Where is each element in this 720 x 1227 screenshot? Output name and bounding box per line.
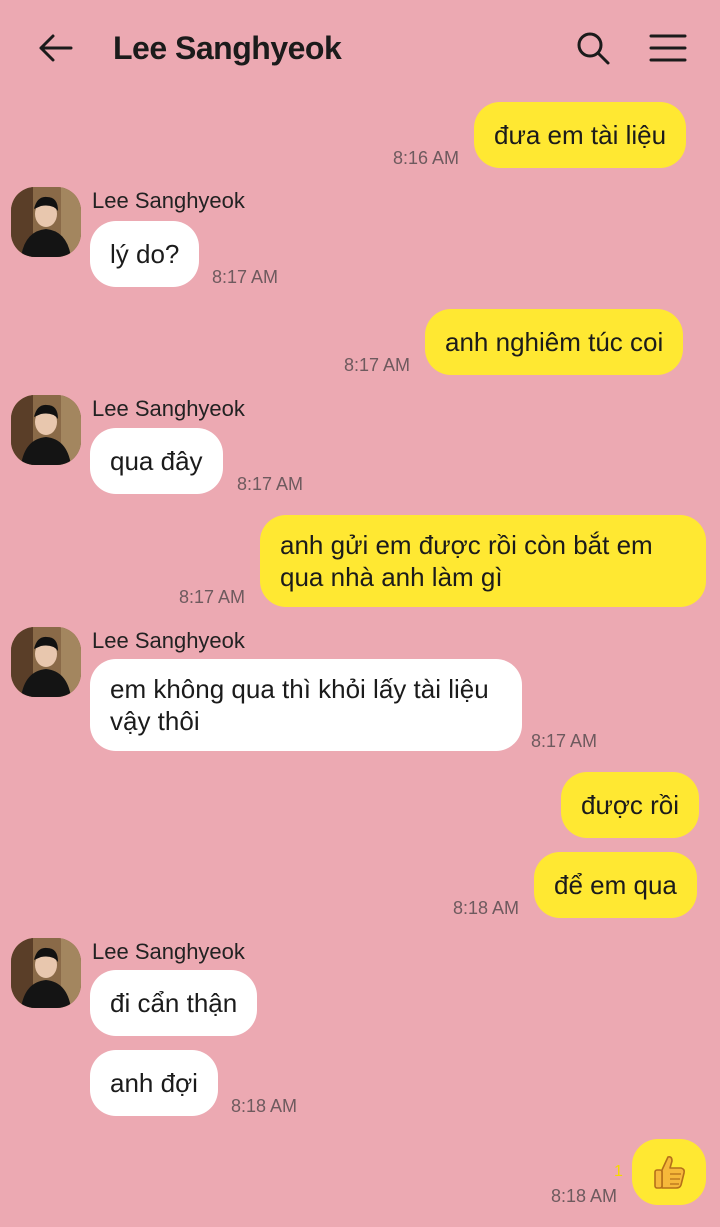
message-time: 8:17 AM <box>344 355 411 375</box>
thumbs-up-icon <box>654 1156 685 1189</box>
their-message-bubble[interactable]: em không qua thì khỏi lấy tài liệu vậy t… <box>90 659 522 751</box>
message-time: 8:17 AM <box>212 267 279 287</box>
avatar-image <box>11 395 81 465</box>
avatar-image <box>11 187 81 257</box>
sender-name: Lee Sanghyeok <box>92 188 245 213</box>
message-time: 8:17 AM <box>531 731 598 751</box>
avatar-image <box>11 627 81 697</box>
avatar-image <box>11 938 81 1008</box>
their-message-bubble[interactable]: lý do? <box>90 221 200 287</box>
message-time: 8:17 AM <box>237 474 304 494</box>
my-message-bubble[interactable]: được rồi <box>561 772 700 838</box>
chat-title: Lee Sanghyeok <box>113 30 342 66</box>
their-message-bubble[interactable]: đi cẩn thận <box>90 970 258 1036</box>
message-time: 8:17 AM <box>179 587 246 607</box>
their-message-bubble[interactable]: qua đây <box>90 428 223 494</box>
sender-name: Lee Sanghyeok <box>92 396 245 421</box>
my-emoji-bubble[interactable] <box>632 1139 706 1205</box>
arrow-left-icon <box>39 34 73 62</box>
message-time: 8:18 AM <box>453 898 520 918</box>
my-message-bubble[interactable]: anh nghiêm túc coi <box>425 309 684 375</box>
my-message-bubble[interactable]: để em qua <box>534 852 697 918</box>
menu-button[interactable] <box>644 26 692 70</box>
message-time: 8:18 AM <box>551 1186 618 1206</box>
avatar[interactable] <box>11 627 81 697</box>
back-button[interactable] <box>30 28 80 68</box>
message-time: 8:16 AM <box>393 148 460 168</box>
search-icon <box>577 32 610 65</box>
avatar[interactable] <box>11 938 81 1008</box>
my-message-bubble[interactable]: đưa em tài liệu <box>474 102 687 168</box>
search-button[interactable] <box>570 26 616 70</box>
message-time: 8:18 AM <box>231 1096 298 1116</box>
sender-name: Lee Sanghyeok <box>92 939 245 964</box>
their-message-bubble[interactable]: anh đợi <box>90 1050 218 1116</box>
my-message-bubble[interactable]: anh gửi em được rồi còn bắt em qua nhà a… <box>260 515 706 607</box>
unread-count: 1 <box>614 1163 623 1180</box>
sender-name: Lee Sanghyeok <box>92 628 245 653</box>
avatar[interactable] <box>11 187 81 257</box>
avatar[interactable] <box>11 395 81 465</box>
hamburger-menu-icon <box>649 34 687 62</box>
